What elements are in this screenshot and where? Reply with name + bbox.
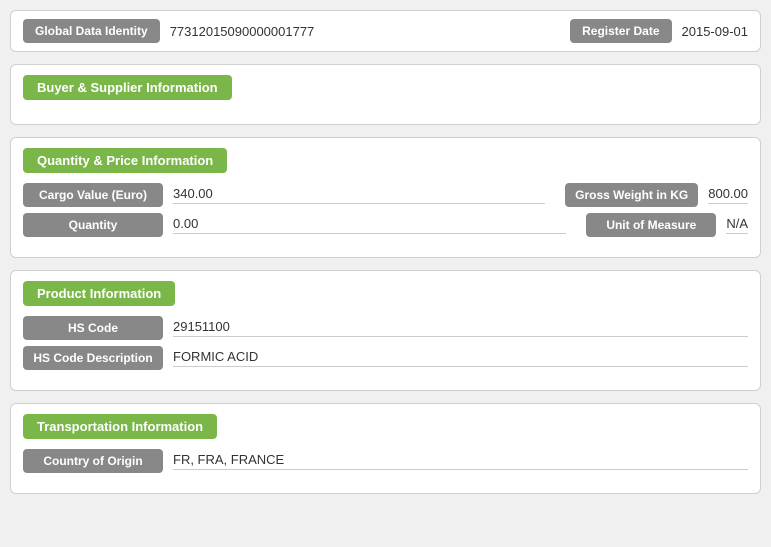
uom-section: Unit of Measure N/A bbox=[586, 213, 748, 237]
country-origin-row: Country of Origin FR, FRA, FRANCE bbox=[23, 449, 748, 473]
country-origin-value: FR, FRA, FRANCE bbox=[173, 452, 748, 470]
hs-code-label: HS Code bbox=[23, 316, 163, 340]
uom-label: Unit of Measure bbox=[586, 213, 716, 237]
top-bar: Global Data Identity 7731201509000000177… bbox=[10, 10, 761, 52]
product-info-header: Product Information bbox=[23, 281, 175, 306]
gross-weight-value: 800.00 bbox=[708, 186, 748, 204]
quantity-value: 0.00 bbox=[173, 216, 566, 234]
hs-desc-label: HS Code Description bbox=[23, 346, 163, 370]
transportation-header: Transportation Information bbox=[23, 414, 217, 439]
country-origin-label: Country of Origin bbox=[23, 449, 163, 473]
buyer-supplier-card: Buyer & Supplier Information bbox=[10, 64, 761, 125]
quantity-row: Quantity 0.00 Unit of Measure N/A bbox=[23, 213, 748, 237]
product-info-card: Product Information HS Code 29151100 HS … bbox=[10, 270, 761, 391]
transportation-card: Transportation Information Country of Or… bbox=[10, 403, 761, 494]
cargo-value-label: Cargo Value (Euro) bbox=[23, 183, 163, 207]
hs-desc-row: HS Code Description FORMIC ACID bbox=[23, 346, 748, 370]
hs-code-row: HS Code 29151100 bbox=[23, 316, 748, 340]
gross-weight-section: Gross Weight in KG 800.00 bbox=[565, 183, 748, 207]
register-date-label: Register Date bbox=[570, 19, 671, 43]
quantity-price-card: Quantity & Price Information Cargo Value… bbox=[10, 137, 761, 258]
hs-desc-value: FORMIC ACID bbox=[173, 349, 748, 367]
global-data-identity-value: 77312015090000001777 bbox=[170, 24, 570, 39]
hs-code-value: 29151100 bbox=[173, 319, 748, 337]
quantity-price-header: Quantity & Price Information bbox=[23, 148, 227, 173]
uom-value: N/A bbox=[726, 216, 748, 234]
cargo-value: 340.00 bbox=[173, 186, 545, 204]
cargo-row: Cargo Value (Euro) 340.00 Gross Weight i… bbox=[23, 183, 748, 207]
quantity-label: Quantity bbox=[23, 213, 163, 237]
buyer-supplier-header: Buyer & Supplier Information bbox=[23, 75, 232, 100]
global-data-identity-label: Global Data Identity bbox=[23, 19, 160, 43]
register-date-value: 2015-09-01 bbox=[682, 24, 749, 39]
gross-weight-label: Gross Weight in KG bbox=[565, 183, 698, 207]
